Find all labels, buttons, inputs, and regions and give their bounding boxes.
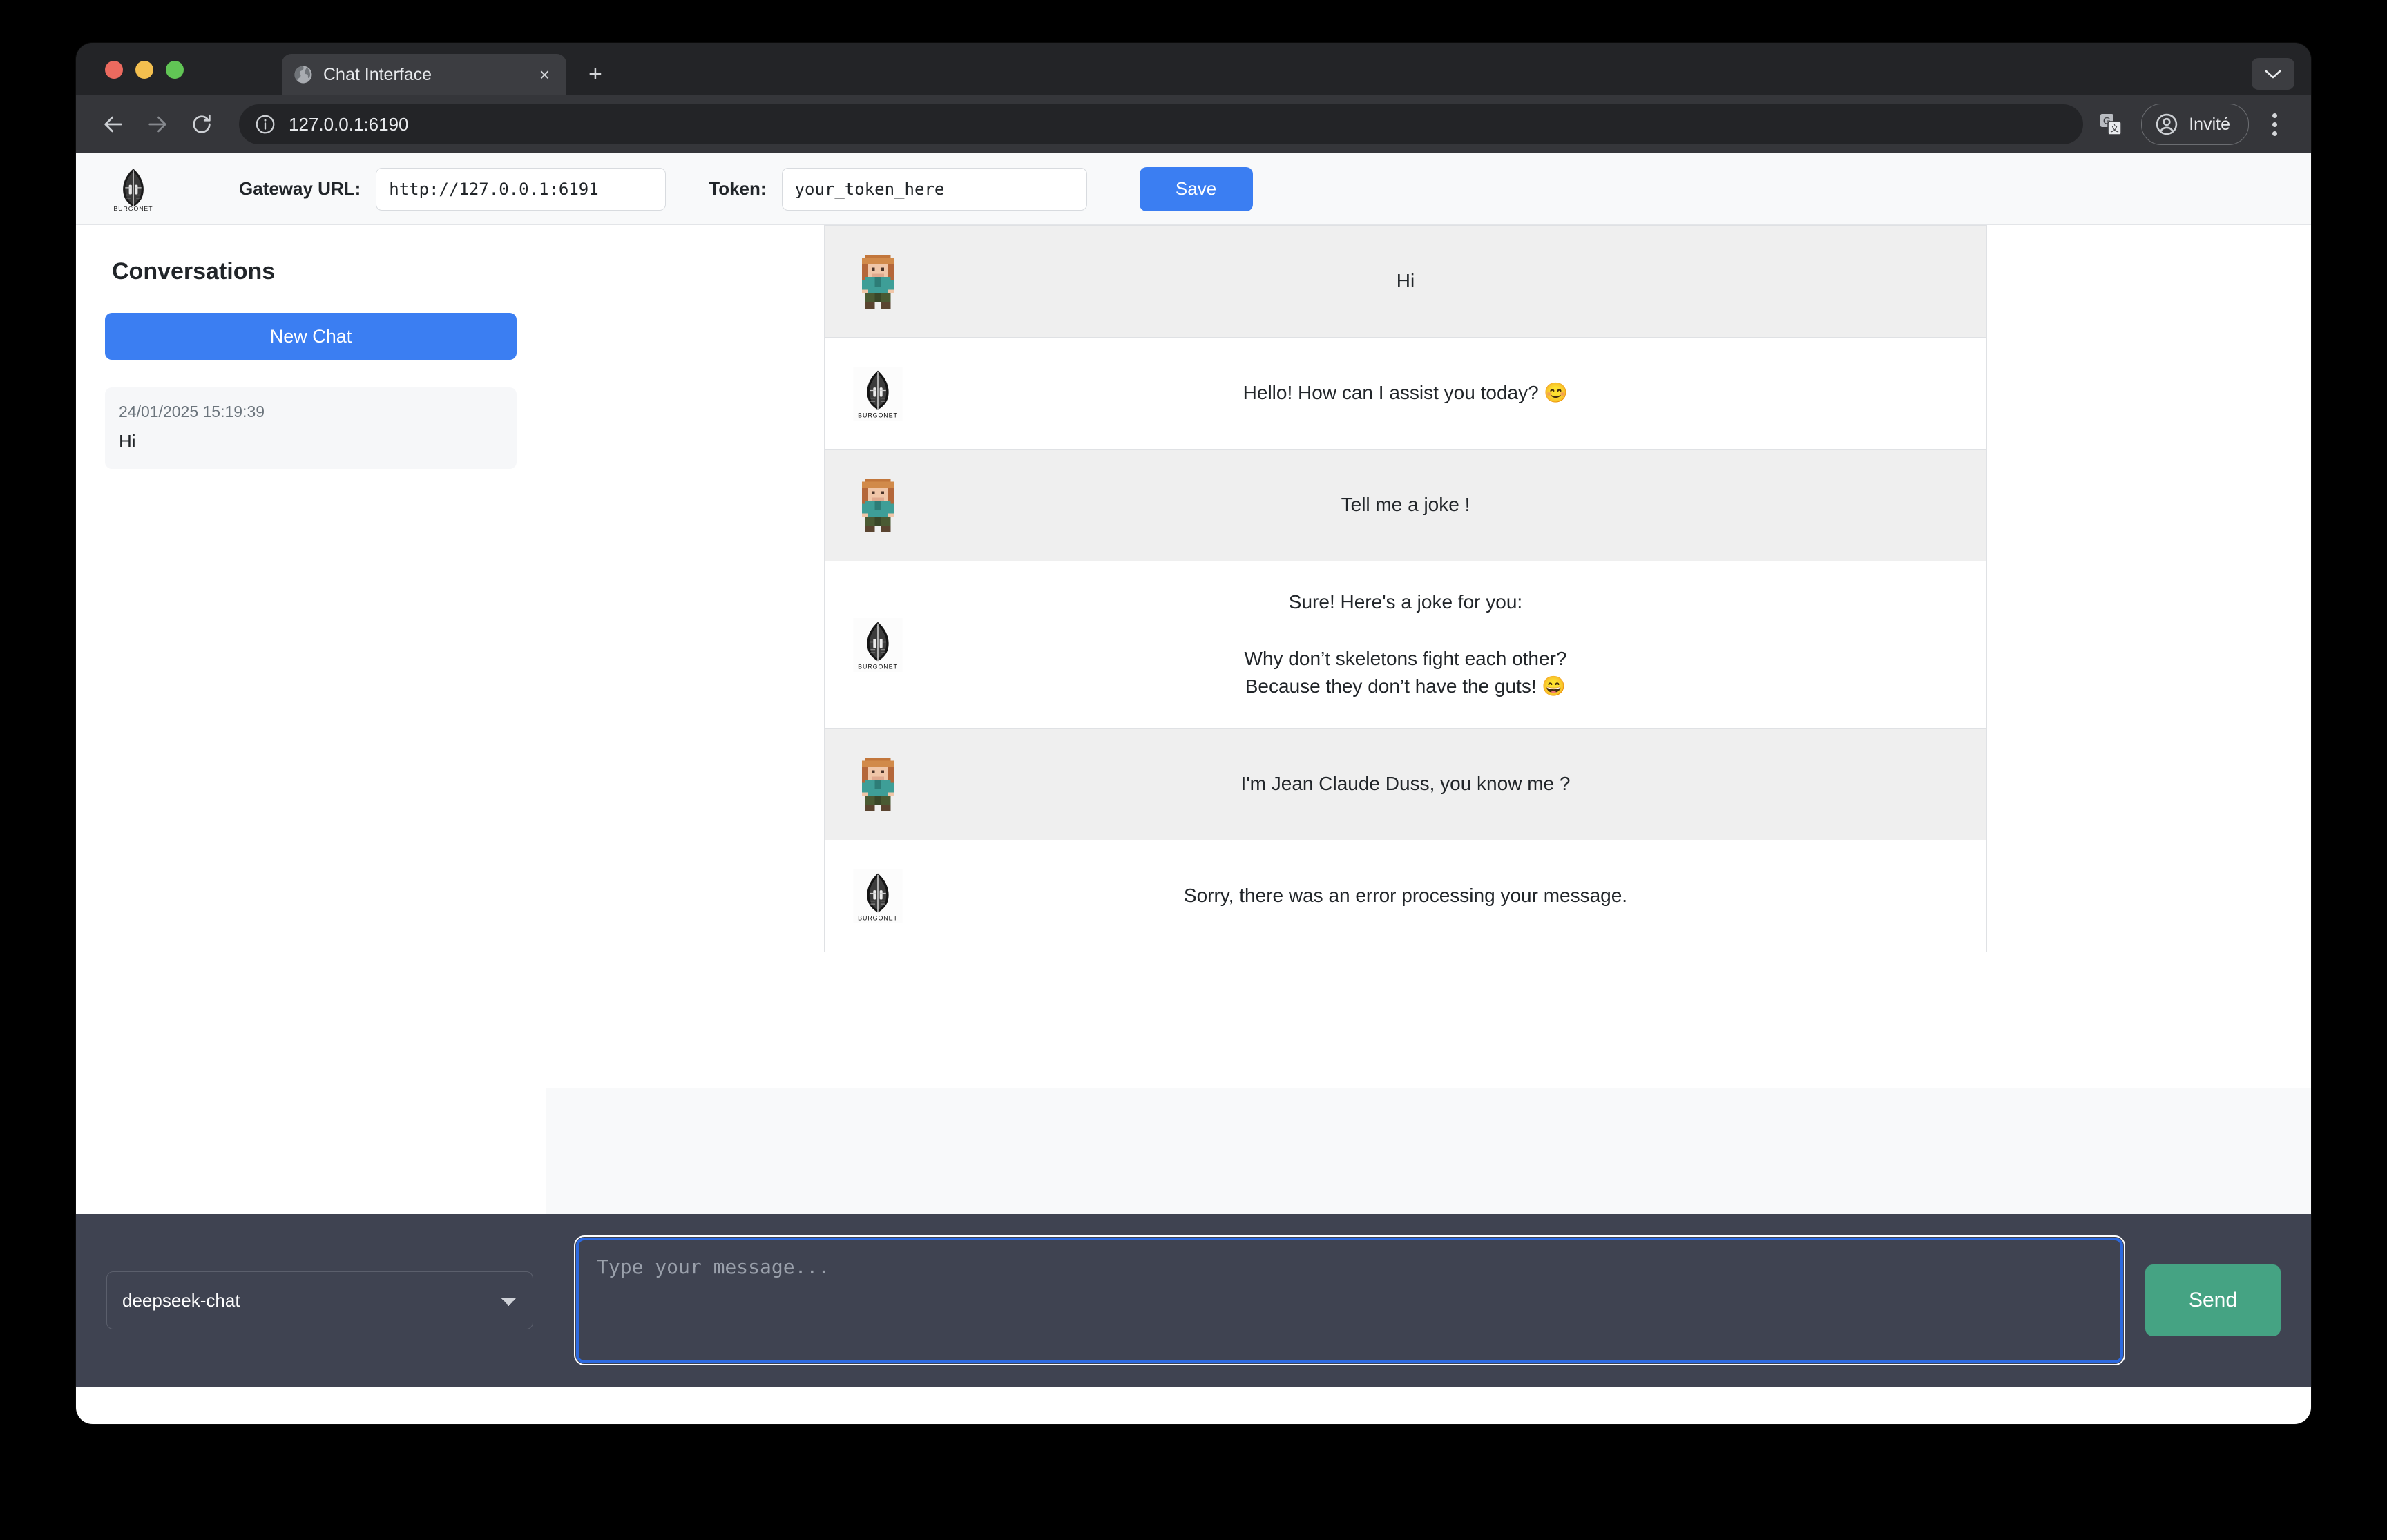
message-text: Hello! How can I assist you today? 😊 xyxy=(1243,382,1569,404)
burgonet-avatar: BURGONET xyxy=(851,869,905,923)
burgonet-logo: BURGONET xyxy=(108,164,159,215)
messages-list: Hi BURGONET Hello! How can I assist you … xyxy=(824,225,1987,952)
browser-window: Chat Interface × + 127.0.0.1:6190 G 文 In… xyxy=(76,43,2311,1424)
sidebar-title: Conversations xyxy=(112,258,276,285)
profile-button[interactable]: Invité xyxy=(2141,104,2249,145)
new-tab-button[interactable]: + xyxy=(588,62,602,86)
address-bar[interactable]: 127.0.0.1:6190 xyxy=(239,104,2084,144)
knight-helmet-icon: BURGONET xyxy=(114,168,153,211)
chat-column: Hi BURGONET Hello! How can I assist you … xyxy=(546,225,2311,1214)
message-composer: deepseek-chat Send xyxy=(76,1214,2311,1387)
messages-scroll-area[interactable]: Hi BURGONET Hello! How can I assist you … xyxy=(546,225,2311,1088)
burgonet-avatar-icon: BURGONET xyxy=(853,366,903,421)
gateway-url-label: Gateway URL: xyxy=(239,178,361,199)
message-row-bot: BURGONET Sure! Here's a joke for you: Wh… xyxy=(824,561,1987,728)
reload-icon xyxy=(193,114,211,133)
tab-title: Chat Interface xyxy=(323,64,432,84)
browser-tab[interactable]: Chat Interface × xyxy=(282,54,566,95)
user-avatar xyxy=(851,478,905,532)
close-window-button[interactable] xyxy=(105,61,123,79)
message-row-bot: BURGONET Sorry, there was an error proce… xyxy=(824,840,1987,952)
kebab-dot xyxy=(2272,122,2277,127)
burgonet-avatar-icon: BURGONET xyxy=(853,617,903,672)
app-body: Conversations New Chat 24/01/2025 15:19:… xyxy=(76,225,2311,1214)
message-text: Sure! Here's a joke for you: Why don’t s… xyxy=(1244,591,1567,697)
user-avatar-icon xyxy=(862,254,894,309)
browser-menu-button[interactable] xyxy=(2256,105,2293,144)
reload-button[interactable] xyxy=(182,105,221,144)
translate-icon: G 文 xyxy=(2100,113,2122,135)
message-row-user: Tell me a joke ! xyxy=(824,449,1987,561)
tab-strip: Chat Interface × + xyxy=(76,43,2311,95)
minimize-window-button[interactable] xyxy=(135,61,153,79)
kebab-dot xyxy=(2272,113,2277,118)
message-row-user: Hi xyxy=(824,225,1987,337)
burgonet-wordmark: BURGONET xyxy=(114,204,153,211)
conversation-list-item[interactable]: 24/01/2025 15:19:39 Hi xyxy=(105,387,517,469)
token-label: Token: xyxy=(709,178,767,199)
svg-text:BURGONET: BURGONET xyxy=(858,914,898,921)
url-text: 127.0.0.1:6190 xyxy=(289,113,409,135)
arrow-right-icon xyxy=(148,116,166,133)
gateway-settings: Gateway URL: Token: Save xyxy=(239,166,1253,211)
app-header: BURGONET Gateway URL: Token: Save xyxy=(76,153,2311,225)
window-traffic-lights xyxy=(105,61,184,79)
user-avatar-icon xyxy=(862,757,894,811)
browser-toolbar: 127.0.0.1:6190 G 文 Invité xyxy=(76,95,2311,153)
user-avatar xyxy=(851,757,905,811)
message-text: I'm Jean Claude Duss, you know me ? xyxy=(1240,773,1571,795)
gateway-url-input[interactable] xyxy=(376,167,667,211)
svg-text:文: 文 xyxy=(2110,124,2119,133)
user-avatar xyxy=(851,254,905,309)
new-chat-button[interactable]: New Chat xyxy=(105,313,517,360)
svg-text:BURGONET: BURGONET xyxy=(858,412,898,418)
translate-button[interactable]: G 文 xyxy=(2091,105,2130,144)
arrow-left-icon xyxy=(104,116,122,133)
info-circle-icon xyxy=(256,115,275,134)
conversation-timestamp: 24/01/2025 15:19:39 xyxy=(119,403,265,421)
message-row-bot: BURGONET Hello! How can I assist you tod… xyxy=(824,337,1987,449)
chevron-down-icon xyxy=(2265,70,2281,79)
model-select[interactable]: deepseek-chat xyxy=(106,1271,533,1329)
conversations-sidebar: Conversations New Chat 24/01/2025 15:19:… xyxy=(76,225,546,1214)
back-button[interactable] xyxy=(94,105,133,144)
web-page: BURGONET Gateway URL: Token: Save Conver… xyxy=(76,153,2311,1424)
conversation-preview: Hi xyxy=(119,431,136,452)
token-input[interactable] xyxy=(781,167,1087,211)
globe-icon xyxy=(294,66,312,84)
kebab-dot xyxy=(2272,131,2277,136)
user-avatar-icon xyxy=(862,478,894,532)
burgonet-avatar-icon: BURGONET xyxy=(853,869,903,923)
save-button[interactable]: Save xyxy=(1139,166,1253,211)
message-text: Sorry, there was an error processing you… xyxy=(1183,885,1628,907)
message-text: Hi xyxy=(1396,270,1415,292)
tab-search-button[interactable] xyxy=(2252,58,2294,90)
composer-spacer xyxy=(546,1088,2311,1214)
send-button[interactable]: Send xyxy=(2145,1264,2281,1336)
profile-label: Invité xyxy=(2189,114,2230,134)
burgonet-avatar: BURGONET xyxy=(851,366,905,421)
close-tab-button[interactable]: × xyxy=(534,63,555,86)
message-input[interactable] xyxy=(574,1235,2125,1365)
message-text: Tell me a joke ! xyxy=(1341,494,1470,516)
account-circle-icon xyxy=(2156,113,2178,135)
message-row-user: I'm Jean Claude Duss, you know me ? xyxy=(824,728,1987,840)
forward-button[interactable] xyxy=(138,105,177,144)
burgonet-avatar: BURGONET xyxy=(851,617,905,672)
maximize-window-button[interactable] xyxy=(166,61,184,79)
svg-text:BURGONET: BURGONET xyxy=(858,663,898,670)
